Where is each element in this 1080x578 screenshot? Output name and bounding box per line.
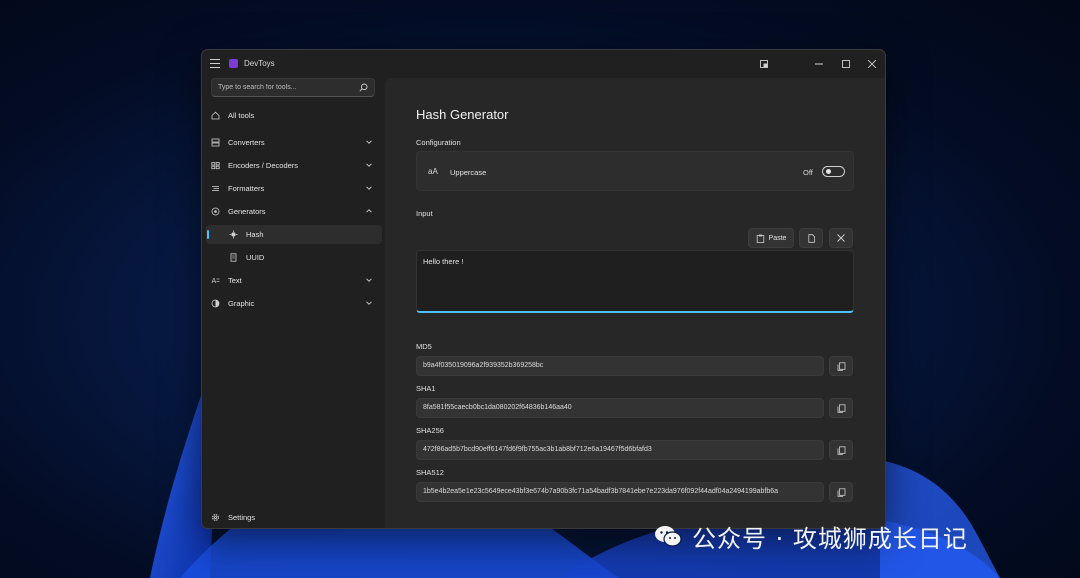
home-icon xyxy=(211,111,220,120)
copy-md5-button[interactable] xyxy=(829,356,853,376)
case-icon: aA xyxy=(428,167,438,176)
sidebar-item-label: All tools xyxy=(228,111,255,120)
chevron-up-icon[interactable] xyxy=(365,207,373,215)
page-title: Hash Generator xyxy=(416,107,509,122)
toggle-state-label: Off xyxy=(803,168,813,177)
wechat-logo-icon xyxy=(655,526,682,547)
copy-sha1-button[interactable] xyxy=(829,398,853,418)
copy-sha256-button[interactable] xyxy=(829,440,853,460)
copy-sha512-button[interactable] xyxy=(829,482,853,502)
sha256-label: SHA256 xyxy=(416,426,444,435)
paste-label: Paste xyxy=(768,234,787,242)
watermark-text: 公众号 · 攻城狮成长日记 xyxy=(692,524,968,553)
graphic-icon xyxy=(211,299,220,308)
paste-button[interactable]: Paste xyxy=(748,228,794,248)
sidebar-item-label: UUID xyxy=(246,253,265,262)
chevron-down-icon[interactable] xyxy=(365,276,373,284)
sidebar-item-label: Converters xyxy=(228,138,265,147)
sidebar-item-text[interactable]: A Text xyxy=(206,271,382,290)
maximize-icon[interactable] xyxy=(838,56,854,72)
close-window-icon[interactable] xyxy=(864,56,880,72)
file-icon xyxy=(807,233,815,243)
sidebar-item-label: Settings xyxy=(228,513,256,522)
app-title: DevToys xyxy=(244,59,275,68)
copy-icon xyxy=(837,445,845,455)
chevron-down-icon[interactable] xyxy=(365,161,373,169)
clipboard-icon xyxy=(756,234,764,243)
chevron-down-icon[interactable] xyxy=(365,138,373,146)
wechat-watermark: 公众号 · 攻城狮成长日记 xyxy=(654,518,968,554)
toggle-knob xyxy=(826,169,831,174)
open-file-button[interactable] xyxy=(799,228,823,248)
search-icon[interactable] xyxy=(359,83,368,92)
input-textbox[interactable]: Hello there ! xyxy=(416,250,854,313)
uppercase-setting-card: aA Uppercase Off xyxy=(416,151,854,191)
sidebar-item-graphic[interactable]: Graphic xyxy=(206,294,382,313)
md5-label: MD5 xyxy=(416,342,432,351)
converters-icon xyxy=(211,138,220,147)
app-logo-icon xyxy=(229,59,238,68)
main-content: Hash Generator Configuration aA Uppercas… xyxy=(385,78,885,528)
sidebar-item-settings[interactable]: Settings xyxy=(206,508,382,527)
sidebar-item-label: Generators xyxy=(228,207,266,216)
uppercase-label: Uppercase xyxy=(450,168,487,177)
minimize-icon[interactable] xyxy=(811,56,827,72)
hash-icon xyxy=(229,230,238,239)
sidebar: All tools Converters Encoders / Decoders… xyxy=(202,78,385,528)
md5-output-field[interactable]: b9a4f035019096a2f939352b369258bc xyxy=(416,356,824,376)
svg-text:A: A xyxy=(212,277,217,285)
clear-input-button[interactable] xyxy=(829,228,853,248)
sidebar-item-label: Formatters xyxy=(228,184,265,193)
sha512-output-field[interactable]: 1b5e4b2ea5e1e23c5649ece43bf3e674b7a90b3f… xyxy=(416,482,824,502)
copy-icon xyxy=(837,403,845,413)
formatters-icon xyxy=(212,186,219,191)
sha256-output-field[interactable]: 472f86ad5b7bcd90eff6147fd6f9fb755ac3b1ab… xyxy=(416,440,824,460)
sidebar-item-all-tools[interactable]: All tools xyxy=(206,106,382,125)
sidebar-item-converters[interactable]: Converters xyxy=(206,133,382,152)
sidebar-item-label: Hash xyxy=(246,230,264,239)
sidebar-item-formatters[interactable]: Formatters xyxy=(206,179,382,198)
chevron-down-icon[interactable] xyxy=(365,299,373,307)
close-icon xyxy=(837,234,845,242)
selection-indicator xyxy=(207,230,209,239)
generators-icon xyxy=(211,207,220,216)
chevron-down-icon[interactable] xyxy=(365,184,373,192)
encoders-icon xyxy=(211,162,220,170)
uuid-icon xyxy=(230,253,237,262)
search-input[interactable] xyxy=(218,84,348,91)
sha512-label: SHA512 xyxy=(416,468,444,477)
sha1-label: SHA1 xyxy=(416,384,436,393)
sidebar-item-label: Graphic xyxy=(228,299,255,308)
input-label: Input xyxy=(416,209,433,218)
title-bar: DevToys xyxy=(202,50,885,78)
sidebar-item-label: Encoders / Decoders xyxy=(228,161,299,170)
sidebar-item-encoders-decoders[interactable]: Encoders / Decoders xyxy=(206,156,382,175)
sha1-output-field[interactable]: 8fa581f55caecb0bc1da080202f64836b146aa40 xyxy=(416,398,824,418)
copy-icon xyxy=(837,361,845,371)
sidebar-item-uuid[interactable]: UUID xyxy=(206,248,382,267)
sidebar-item-label: Text xyxy=(228,276,242,285)
devtoys-window: DevToys All tools Converters xyxy=(201,49,886,529)
gear-icon xyxy=(212,514,219,521)
sidebar-item-generators[interactable]: Generators xyxy=(206,202,382,221)
compact-overlay-icon[interactable] xyxy=(756,56,772,72)
copy-icon xyxy=(837,487,845,497)
uppercase-toggle[interactable] xyxy=(822,166,845,177)
text-icon: A xyxy=(212,277,220,285)
hamburger-menu-icon[interactable] xyxy=(210,59,220,68)
tool-search-box[interactable] xyxy=(211,78,375,97)
sidebar-item-hash[interactable]: Hash xyxy=(206,225,382,244)
configuration-label: Configuration xyxy=(416,138,461,147)
